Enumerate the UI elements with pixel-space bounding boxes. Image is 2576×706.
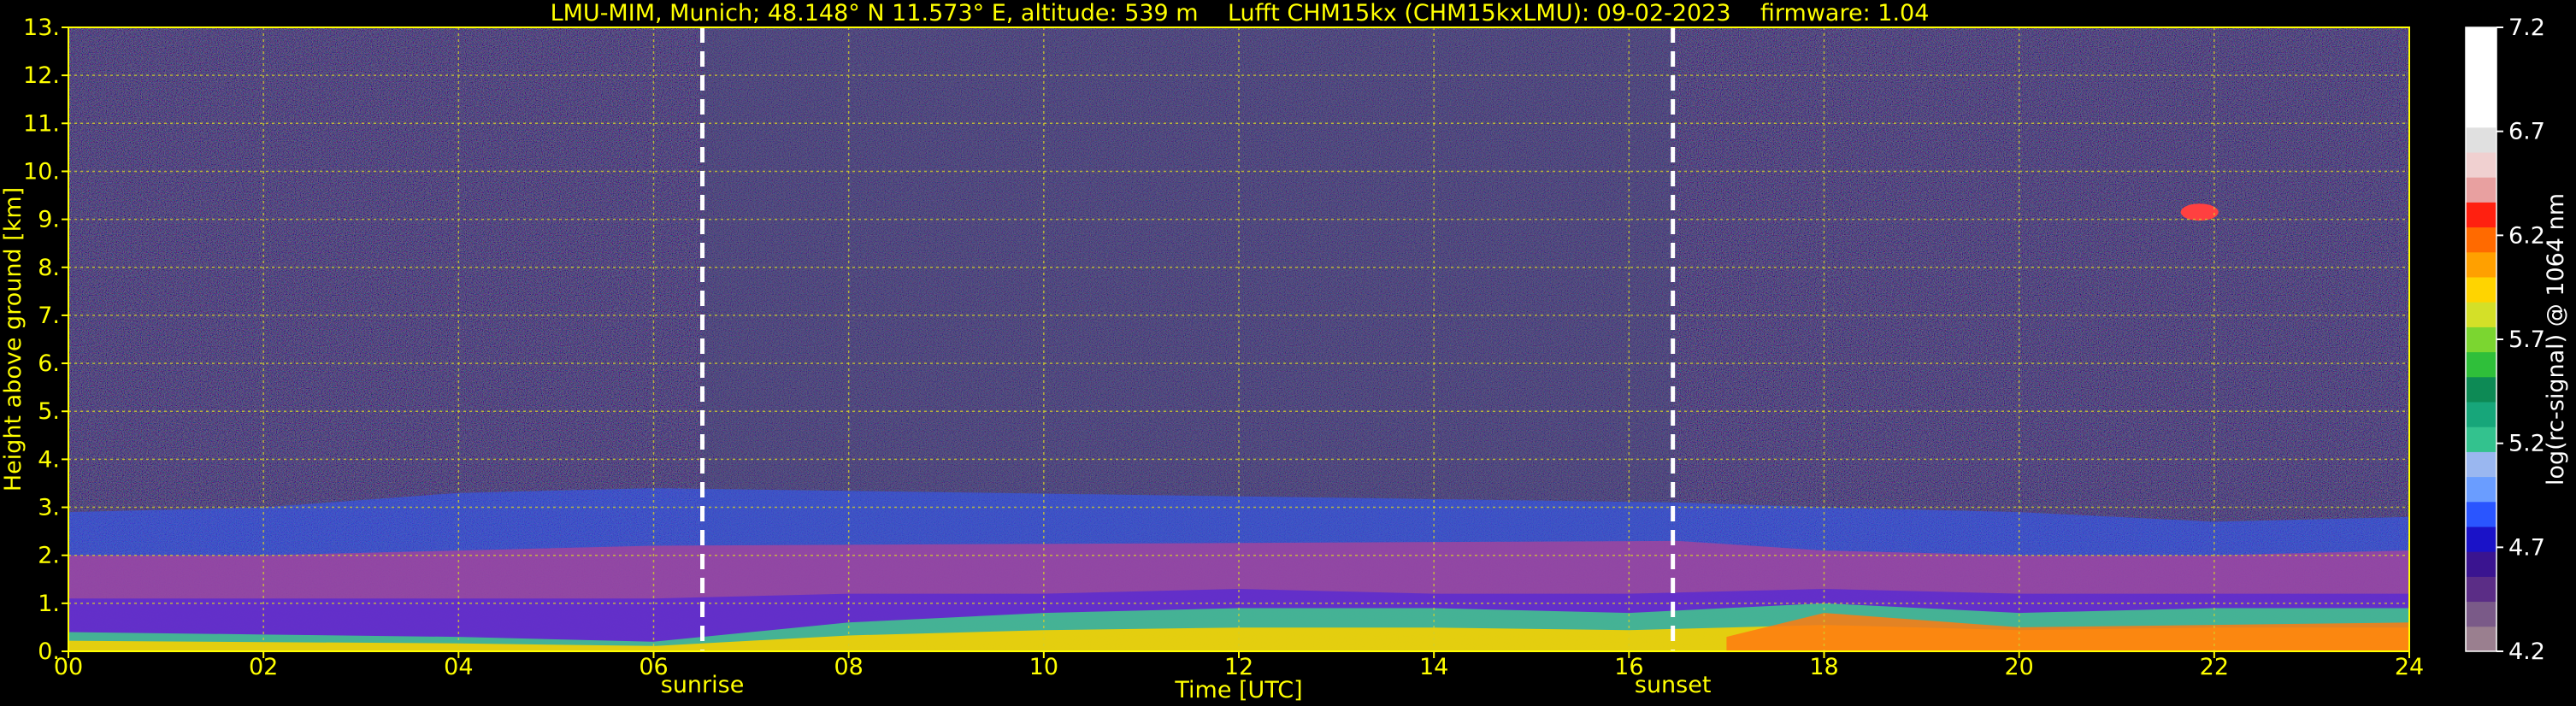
y-tick-label: 5. <box>38 398 60 425</box>
colorbar-swatch <box>2466 102 2496 128</box>
y-tick-label: 7. <box>38 303 60 329</box>
cirrus-fragment <box>2180 203 2219 221</box>
x-tick-label: 08 <box>834 654 863 680</box>
ceilometer-figure: 00 02 04 06 08 10 12 14 16 18 20 22 24 0.1.2.3.4.5.6… <box>0 0 2569 703</box>
y-tick-label: 0. <box>38 638 60 665</box>
y-tick-label: 4. <box>38 446 60 473</box>
colorbar-tick-label: 5.2 <box>2508 431 2545 457</box>
x-tick-label: 04 <box>444 654 473 680</box>
colorbar-tick-label: 6.7 <box>2508 119 2545 145</box>
colorbar-swatch <box>2466 576 2496 603</box>
colorbar-swatch <box>2466 402 2496 427</box>
y-tick-label: 11. <box>23 110 60 137</box>
colorbar-swatch <box>2466 476 2496 503</box>
x-tick-label: 18 <box>1809 654 1838 680</box>
chart-title: LMU-MIM, Munich; 48.148° N 11.573° E, al… <box>551 0 1930 26</box>
colorbar-swatch <box>2466 376 2496 403</box>
sunset-label: sunset <box>1635 672 1712 698</box>
x-axis-label: Time [UTC] <box>1174 677 1302 703</box>
colorbar-tick-label: 4.7 <box>2508 534 2545 561</box>
x-axis-ticks: 00 02 04 06 08 10 12 14 16 18 20 22 24 <box>54 651 2424 680</box>
y-axis-ticks: 0. 1. 2. 3. 4. 5. 6. 7. 8. 9. 10. 11. 12. 13. <box>23 15 68 665</box>
colorbar-swatch <box>2466 202 2496 228</box>
colorbar-swatch <box>2466 251 2496 278</box>
colorbar-swatch <box>2466 626 2496 652</box>
colorbar-tick-label: 5.7 <box>2508 327 2545 353</box>
colorbar-tick-label: 7.2 <box>2508 15 2545 41</box>
colorbar-swatch <box>2466 427 2496 452</box>
colorbar-swatch <box>2466 551 2496 577</box>
x-tick-label: 02 <box>249 654 278 680</box>
y-tick-label: 12. <box>23 62 60 89</box>
colorbar-tick-label: 6.2 <box>2508 222 2545 249</box>
colorbar-tick-label: 4.2 <box>2508 638 2545 665</box>
colorbar-swatch <box>2466 27 2496 53</box>
y-tick-label: 8. <box>38 255 60 281</box>
colorbar-swatch <box>2466 227 2496 253</box>
colorbar-swatch <box>2466 601 2496 627</box>
y-tick-label: 2. <box>38 543 60 569</box>
colorbar-swatch <box>2466 77 2496 103</box>
colorbar-swatch <box>2466 152 2496 178</box>
colorbar-swatch <box>2466 327 2496 353</box>
y-tick-label: 13. <box>23 15 60 41</box>
x-tick-label: 24 <box>2395 654 2424 680</box>
colorbar-swatch <box>2466 52 2496 78</box>
x-tick-label: 20 <box>2004 654 2033 680</box>
colorbar-label: log(rc-signal) @ 1064 nm <box>2543 193 2569 485</box>
colorbar-ticks: 4.2 4.7 5.2 5.7 6.2 6.7 7.2 <box>2496 15 2545 665</box>
y-tick-label: 9. <box>38 207 60 233</box>
colorbar-swatch <box>2466 177 2496 203</box>
colorbar-swatch <box>2466 302 2496 327</box>
colorbar-swatch <box>2466 527 2496 552</box>
colorbar-swatch <box>2466 451 2496 478</box>
x-tick-label: 14 <box>1419 654 1448 680</box>
colorbar-swatch <box>2466 501 2496 527</box>
colorbar <box>2465 26 2497 652</box>
x-tick-label: 22 <box>2200 654 2229 680</box>
y-tick-label: 1. <box>38 591 60 617</box>
colorbar-swatch <box>2466 351 2496 378</box>
y-tick-label: 6. <box>38 350 60 377</box>
sunrise-label: sunrise <box>661 672 745 698</box>
x-tick-label: 10 <box>1029 654 1058 680</box>
y-axis-label: Height above ground [km] <box>0 187 27 491</box>
y-tick-label: 3. <box>38 495 60 521</box>
colorbar-swatch <box>2466 126 2496 153</box>
colorbar-swatch <box>2466 277 2496 303</box>
y-tick-label: 10. <box>23 158 60 185</box>
